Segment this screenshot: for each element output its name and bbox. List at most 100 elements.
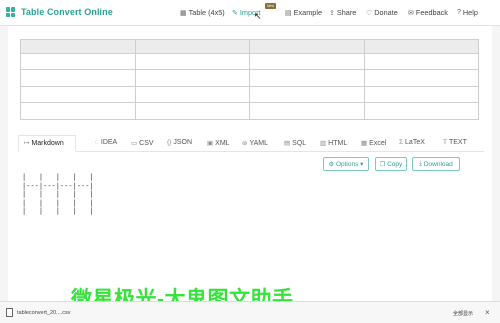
table-header-cell[interactable] [363,39,479,54]
downloaded-file-name: tableconvert_20....csv [17,309,71,316]
brand-logo[interactable]: Table Convert Online [6,7,113,17]
table-cell[interactable] [20,102,136,120]
tab-idea-label: IDEA [100,139,118,146]
copy-icon: ❐ [379,161,386,168]
tab-yaml-label: YAML [249,140,268,147]
new-badge: New [265,3,277,9]
table-header-cell[interactable] [20,39,136,54]
table-header-row [20,39,479,54]
tab-idea[interactable]: ◌ IDEA [95,139,117,146]
table-icon: ▦ [180,9,187,17]
options-label: Options ▾ [335,161,364,168]
table-cell[interactable] [20,52,136,71]
tab-yaml[interactable]: ⊜ YAML [242,139,268,147]
nav-table[interactable]: ▦ Table (4x5) [180,8,225,17]
mouse-cursor-icon: ↖ [254,11,262,21]
table-cell[interactable] [363,69,479,87]
example-icon: ▤ [285,9,292,17]
xml-icon: ▣ [207,140,214,147]
nav-feedback[interactable]: ✉ Feedback [408,8,448,17]
tab-json-label: JSON [173,139,193,146]
nav-donate[interactable]: ♡ Donate [366,8,398,17]
download-icon: ⤓ [419,160,422,167]
table-row [20,102,479,120]
tab-latex[interactable]: Σ LaTeX [399,139,425,146]
right-gutter [492,26,500,301]
tab-csv-label: CSV [139,140,154,147]
table-cell[interactable] [249,69,365,87]
main-card: ↦ Markdown ◌ IDEA ▭ CSV {} JSON ▣ XML ⊜ YAML ▤… [8,26,492,301]
table-cell[interactable] [134,85,250,104]
text-icon: T [443,139,447,146]
table-row [20,69,479,87]
sql-icon: ▤ [284,140,291,147]
tab-xml[interactable]: ▣ XML [207,139,230,147]
tab-excel-label: Excel [369,140,387,147]
tab-html[interactable]: ▥ HTML [320,139,347,147]
nav-help-label: Help [462,8,478,17]
tab-sql[interactable]: ▤ SQL [284,139,306,147]
json-icon: {} [167,139,172,146]
table-row [20,52,479,71]
tab-excel[interactable]: ▦ Excel [361,139,386,147]
brand-grid-icon [6,7,16,17]
csv-icon: ▭ [131,140,138,147]
table-cell[interactable] [134,69,250,87]
nav-share[interactable]: ⇪ Share [329,8,356,17]
import-icon: ✎ [232,9,238,17]
tab-html-label: HTML [328,140,348,147]
tab-xml-label: XML [215,140,230,147]
tab-markdown-label: Markdown [31,140,64,147]
table-cell[interactable] [363,85,479,104]
table-cell[interactable] [363,102,479,120]
excel-icon: ▦ [361,140,368,147]
tab-latex-label: LaTeX [405,139,425,146]
nav-donate-label: Donate [374,8,398,17]
table-header-cell[interactable] [249,39,365,54]
nav-help[interactable]: ? Help [457,8,478,17]
nav-table-label: Table (4x5) [188,8,225,17]
show-all-button[interactable]: 全部显示 [453,310,473,317]
idea-icon: ◌ [95,139,99,146]
close-icon[interactable]: × [485,308,490,317]
feedback-icon: ✉ [408,9,414,17]
tab-text[interactable]: T TEXT [443,139,467,146]
nav-feedback-label: Feedback [415,8,448,17]
table-cell[interactable] [249,85,365,104]
table-cell[interactable] [249,102,365,120]
table-cell[interactable] [249,52,365,71]
left-gutter [0,26,8,301]
nav-example-label: Example [293,8,323,17]
share-icon: ⇪ [329,9,335,17]
table-header-cell[interactable] [134,39,250,54]
donate-icon: ♡ [366,9,373,17]
options-icon: ⚙ [328,161,334,168]
markdown-output[interactable]: | | | | | |---|---|---|---| | | | | | | … [22,173,94,216]
table-cell[interactable] [134,52,250,71]
table-cell[interactable] [20,85,136,104]
tab-sql-label: SQL [292,140,307,147]
table-cell[interactable] [20,69,136,87]
table-cell[interactable] [363,52,479,71]
tab-markdown[interactable]: ↦ Markdown [24,139,64,147]
download-button[interactable]: ⤓ Download [412,157,460,171]
tab-csv[interactable]: ▭ CSV [131,139,154,147]
options-button[interactable]: ⚙ Options ▾ [323,157,369,171]
top-navbar: Table Convert Online ▦ Table (4x5) ✎ Imp… [0,0,500,26]
file-icon [6,308,13,317]
nav-share-label: Share [336,8,357,17]
yaml-icon: ⊜ [242,140,248,147]
table-editor [20,39,479,120]
table-row [20,85,479,104]
download-bar: tableconvert_20....csv 全部显示 × [0,301,500,323]
help-icon: ? [457,9,461,16]
table-cell[interactable] [134,102,250,120]
copy-button[interactable]: ❐ Copy [375,157,407,171]
tab-json[interactable]: {} JSON [167,139,192,146]
nav-example[interactable]: ▤ Example [285,8,322,17]
downloaded-file[interactable]: tableconvert_20....csv [6,308,71,317]
brand-title: Table Convert Online [21,7,113,17]
format-tabs: ↦ Markdown ◌ IDEA ▭ CSV {} JSON ▣ XML ⊜ YAML ▤… [18,135,484,152]
markdown-icon: ↦ [24,140,30,147]
latex-icon: Σ [399,139,404,146]
